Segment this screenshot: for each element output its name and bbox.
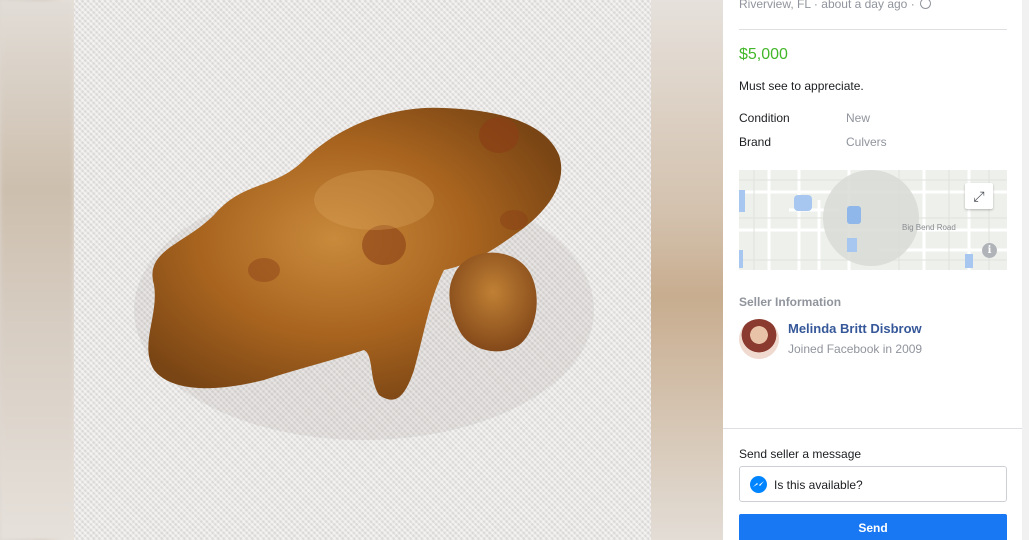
globe-icon <box>920 0 932 9</box>
seller-name-link[interactable]: Melinda Britt Disbrow <box>788 321 922 336</box>
message-title: Send seller a message <box>739 447 862 461</box>
divider <box>723 428 1022 429</box>
photo-blur-left <box>0 0 74 540</box>
map-road-label: Big Bend Road <box>902 223 956 232</box>
detail-value[interactable]: Culvers <box>846 135 887 149</box>
expand-arrows-icon[interactable]: ⤢ <box>965 183 993 209</box>
listing-photo[interactable] <box>74 0 651 540</box>
divider <box>739 29 1007 30</box>
listing-posted-time: about a day ago <box>821 0 908 11</box>
listing-info-panel: Riverview, FL · about a day ago · $5,000… <box>723 0 1022 540</box>
listing-location[interactable]: Riverview, FL <box>739 0 811 11</box>
meta-separator: · <box>813 0 818 11</box>
location-map[interactable]: Big Bend Road ⤢ i <box>739 170 1007 270</box>
messenger-icon <box>750 476 767 493</box>
photo-viewer <box>0 0 723 540</box>
avatar[interactable] <box>739 319 779 359</box>
listing-description: Must see to appreciate. <box>739 79 864 93</box>
detail-key: Brand <box>739 135 772 149</box>
info-icon[interactable]: i <box>982 243 997 258</box>
chicken-tender-image <box>134 107 594 440</box>
detail-key: Condition <box>739 111 790 125</box>
scrollbar[interactable] <box>1022 0 1029 540</box>
listing-price: $5,000 <box>739 46 788 63</box>
photo-blur-right <box>651 0 723 540</box>
seller-info-heading: Seller Information <box>739 295 842 309</box>
meta-separator: · <box>910 0 915 11</box>
message-box[interactable] <box>739 466 1007 502</box>
detail-value: New <box>846 111 871 125</box>
send-button[interactable]: Send <box>739 514 1007 540</box>
seller-joined-text: Joined Facebook in 2009 <box>788 342 923 356</box>
listing-meta: Riverview, FL · about a day ago · <box>739 0 932 11</box>
message-input[interactable] <box>774 475 994 495</box>
